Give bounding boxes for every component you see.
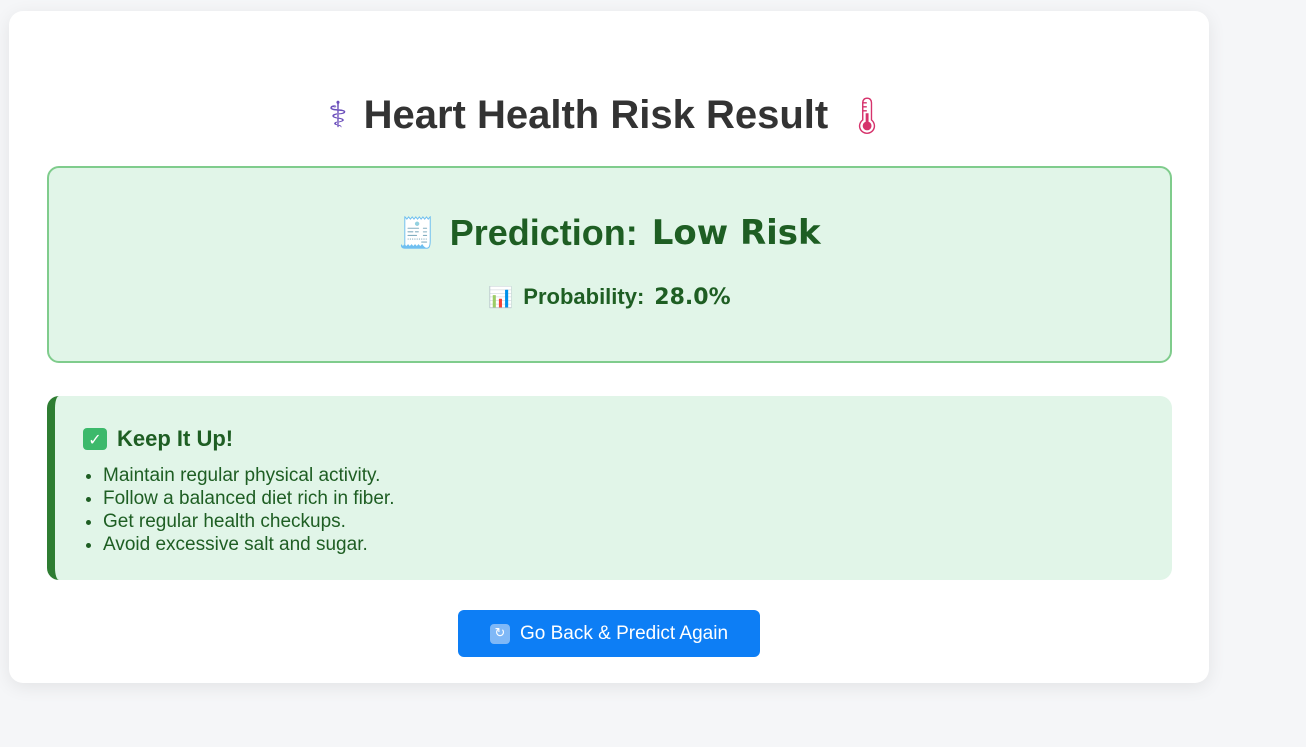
probability-value: 28.0% (654, 284, 731, 310)
result-card: ⚕ Heart Health Risk Result 🌡 🧾 Predictio… (9, 11, 1209, 683)
advice-heading: ✓ Keep It Up! (83, 426, 233, 452)
list-item: Get regular health checkups. (103, 510, 395, 533)
check-mark-icon: ✓ (83, 428, 107, 450)
probability-label: Probability: (523, 284, 645, 309)
stethoscope-icon: ⚕ (328, 95, 348, 136)
bar-chart-icon: 📊 (488, 285, 514, 309)
advice-list: Maintain regular physical activity. Foll… (103, 464, 395, 556)
list-item: Avoid excessive salt and sugar. (103, 533, 395, 556)
prediction-value: Low Risk (651, 213, 821, 253)
list-item: Follow a balanced diet rich in fiber. (103, 487, 395, 510)
prediction-label: Prediction: (449, 212, 638, 253)
advice-panel: ✓ Keep It Up! Maintain regular physical … (47, 396, 1172, 580)
receipt-icon: 🧾 (398, 215, 436, 251)
probability-line: 📊 Probability: 28.0% (49, 284, 1170, 310)
advice-heading-text: Keep It Up! (117, 426, 234, 451)
go-back-button-label: Go Back & Predict Again (519, 622, 729, 644)
page-title-text: Heart Health Risk Result (363, 93, 829, 137)
thermometer-icon: 🌡 (844, 95, 890, 137)
prediction-line: 🧾 Prediction: Low Risk (49, 212, 1170, 254)
go-back-button[interactable]: ↻ Go Back & Predict Again (458, 610, 760, 657)
page-title: ⚕ Heart Health Risk Result 🌡 (9, 93, 1209, 138)
prediction-panel: 🧾 Prediction: Low Risk 📊 Probability: 28… (47, 166, 1172, 363)
list-item: Maintain regular physical activity. (103, 464, 395, 487)
refresh-icon: ↻ (489, 623, 510, 644)
